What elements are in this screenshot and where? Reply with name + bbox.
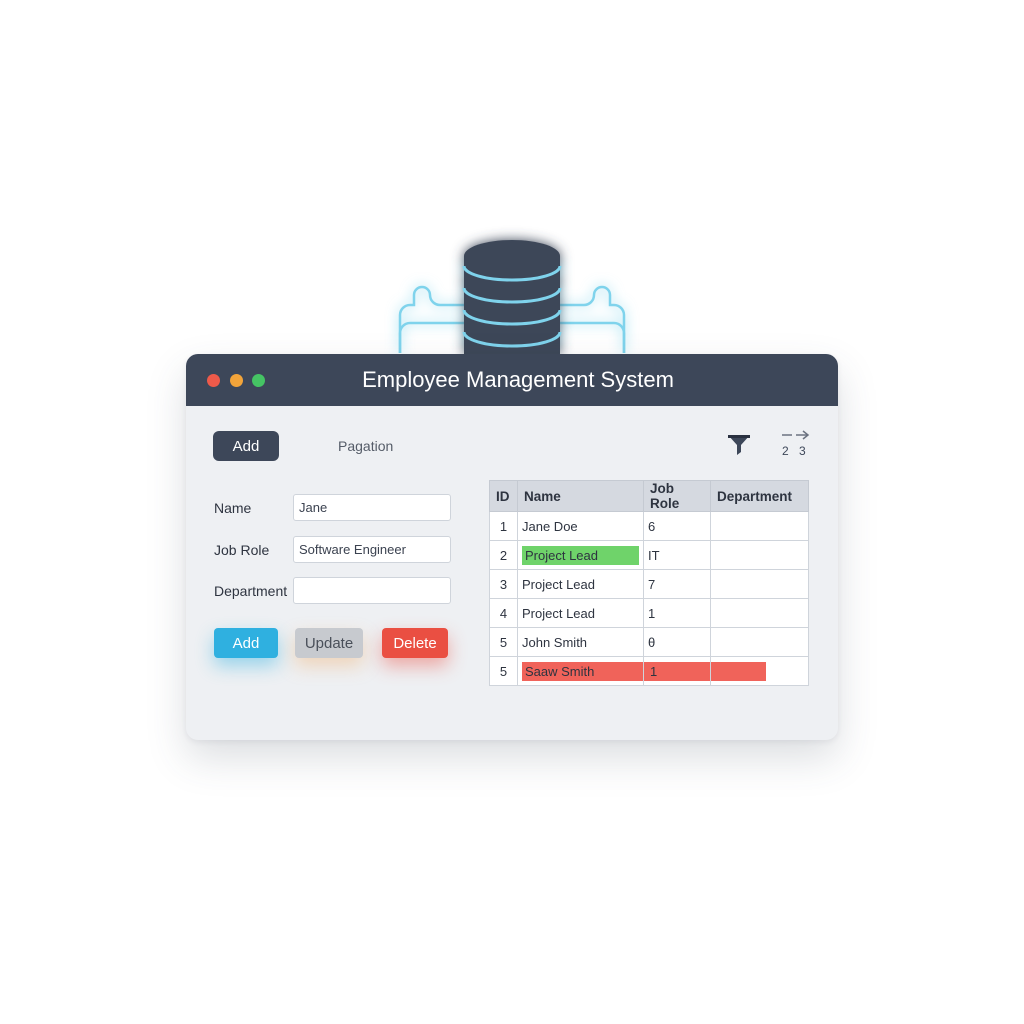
filter-icon[interactable] xyxy=(726,432,752,458)
department-label: Department xyxy=(214,583,288,599)
name-label: Name xyxy=(214,500,252,516)
cell-name: John Smith xyxy=(517,627,644,657)
cell-name: Jane Doe xyxy=(517,511,644,541)
cell-job-role-highlighted: 1 xyxy=(643,656,711,686)
cell-id: 3 xyxy=(489,569,518,599)
cell-id: 1 xyxy=(489,511,518,541)
department-field[interactable] xyxy=(293,577,451,604)
cell-job-role-text: 1 xyxy=(643,661,711,681)
cell-department-text xyxy=(710,661,766,681)
cell-job-role: IT xyxy=(643,540,711,570)
table-row[interactable]: 5 Saaw Smith 1 xyxy=(489,656,809,686)
toolbar-add-button[interactable]: Add xyxy=(213,431,279,461)
pager-number: 2 xyxy=(782,444,789,458)
update-button[interactable]: Update xyxy=(295,628,363,658)
name-field[interactable] xyxy=(293,494,451,521)
cell-name-text: Saaw Smith xyxy=(522,661,644,681)
cell-name: Project Lead xyxy=(517,569,644,599)
cell-job-role: 7 xyxy=(643,569,711,599)
table-row[interactable]: 3 Project Lead 7 xyxy=(489,569,809,599)
header-job-role[interactable]: Job Role xyxy=(643,480,711,512)
cell-id: 5 xyxy=(489,627,518,657)
cell-name: Project Lead xyxy=(517,598,644,628)
cell-department xyxy=(710,627,809,657)
cell-name-text: Project Lead xyxy=(522,545,639,565)
cell-job-role: θ xyxy=(643,627,711,657)
table-row[interactable]: 2 Project Lead IT xyxy=(489,540,809,570)
pagination-arrows-icon[interactable]: 2 3 xyxy=(780,430,812,460)
window-title: Employee Management System xyxy=(362,367,674,392)
delete-button[interactable]: Delete xyxy=(382,628,448,658)
cell-name-highlighted: Project Lead xyxy=(517,540,644,570)
pager-number: 3 xyxy=(799,444,806,458)
table-row[interactable]: 5 John Smith θ xyxy=(489,627,809,657)
employee-table: ID Name Job Role Department 1 Jane Doe 6… xyxy=(489,480,809,686)
cell-id: 4 xyxy=(489,598,518,628)
title-bar: Employee Management System xyxy=(186,354,838,406)
table-header-row: ID Name Job Role Department xyxy=(489,480,809,512)
app-window: Employee Management System Add Pagation … xyxy=(186,354,838,740)
cell-department xyxy=(710,569,809,599)
header-name[interactable]: Name xyxy=(517,480,644,512)
header-id[interactable]: ID xyxy=(489,480,518,512)
cell-id: 2 xyxy=(489,540,518,570)
table-row[interactable]: 1 Jane Doe 6 xyxy=(489,511,809,541)
cell-job-role: 6 xyxy=(643,511,711,541)
job-role-field[interactable] xyxy=(293,536,451,563)
cell-id: 5 xyxy=(489,656,518,686)
cell-department xyxy=(710,540,809,570)
cell-department xyxy=(710,598,809,628)
add-button[interactable]: Add xyxy=(214,628,278,658)
cell-job-role: 1 xyxy=(643,598,711,628)
header-department[interactable]: Department xyxy=(710,480,809,512)
job-role-label: Job Role xyxy=(214,542,270,558)
cell-department-highlighted xyxy=(710,656,809,686)
table-row[interactable]: 4 Project Lead 1 xyxy=(489,598,809,628)
pagination-label[interactable]: Pagation xyxy=(338,438,393,454)
cell-name-highlighted: Saaw Smith xyxy=(517,656,644,686)
cell-department xyxy=(710,511,809,541)
